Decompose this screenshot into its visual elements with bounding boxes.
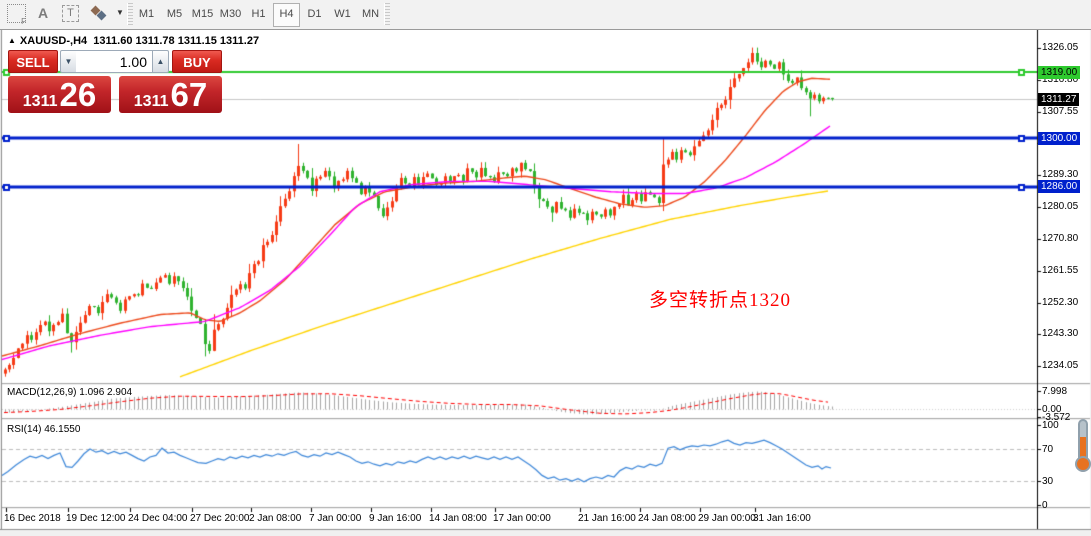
time-tick-label: 14 Jan 08:00 <box>429 513 487 524</box>
sell-price-base: 1311 <box>22 93 58 110</box>
fibonacci-tool-icon[interactable]: F <box>7 4 26 26</box>
time-tick-label: 7 Jan 00:00 <box>309 513 362 524</box>
rsi-tick-label: 30 <box>1042 476 1054 487</box>
volume-input[interactable] <box>76 50 152 73</box>
time-tick-label: 24 Dec 04:00 <box>128 513 188 524</box>
sell-button[interactable]: SELL <box>8 50 58 73</box>
sell-price-pips: 26 <box>59 76 97 113</box>
chart-text-annotation[interactable]: 多空转折点1320 <box>649 285 791 312</box>
price-level-badge: 1300.00 <box>1038 131 1081 145</box>
macd-tick-label: 7.998 <box>1042 386 1068 398</box>
symbol-period: XAUUSD-,H4 <box>19 35 88 47</box>
timeframe-button-mn[interactable]: MN <box>357 3 384 25</box>
price-tick-label: 1234.05 <box>1042 360 1079 372</box>
timeframe-button-m15[interactable]: M15 <box>189 3 216 25</box>
rsi-tick-label: 70 <box>1042 444 1054 455</box>
time-tick-label: 24 Jan 08:00 <box>638 513 696 524</box>
price-tick-label: 1252.30 <box>1042 297 1079 309</box>
time-tick-label: 21 Jan 16:00 <box>578 513 636 524</box>
ohlc-values: 1311.60 1311.78 1311.15 1311.27 <box>93 35 260 47</box>
timeframe-button-m5[interactable]: M5 <box>161 3 188 25</box>
timeframe-button-w1[interactable]: W1 <box>329 3 356 25</box>
volume-increase-button[interactable]: ▲ <box>152 50 169 73</box>
toolbar: F A T ▼ M1 M5 M15 M30 H1 H4 D1 W1 MN <box>0 0 1091 30</box>
price-tick-label: 1289.30 <box>1042 169 1079 181</box>
time-tick-label: 2 Jan 08:00 <box>249 513 302 524</box>
thermometer-icon[interactable] <box>1075 419 1091 473</box>
current-price-badge: 1311.27 <box>1038 92 1080 106</box>
price-tick-label: 1270.80 <box>1042 233 1079 245</box>
rsi-indicator-label: RSI(14) 46.1550 <box>7 424 81 435</box>
volume-decrease-button[interactable]: ▼ <box>60 50 77 73</box>
time-tick-label: 9 Jan 16:00 <box>369 513 422 524</box>
time-tick-label: 31 Jan 16:00 <box>753 513 811 524</box>
collapse-icon[interactable]: ▲ <box>8 36 16 45</box>
price-level-badge: 1319.00 <box>1038 65 1081 79</box>
price-tick-label: 1307.55 <box>1042 106 1079 117</box>
rsi-tick-label: 0 <box>1042 500 1048 511</box>
shapes-dropdown-caret-icon[interactable]: ▼ <box>116 8 124 17</box>
time-tick-label: 17 Jan 00:00 <box>493 513 551 524</box>
toolbar-grip[interactable] <box>384 3 390 25</box>
macd-indicator-label: MACD(12,26,9) 1.096 2.904 <box>7 387 133 398</box>
shapes-tool-icon[interactable] <box>90 5 112 22</box>
price-tick-label: 1243.30 <box>1042 328 1079 340</box>
timeframe-button-m30[interactable]: M30 <box>217 3 244 25</box>
thermometer-bulb <box>1075 456 1091 472</box>
price-level-badge: 1286.00 <box>1038 180 1081 194</box>
price-tick-label: 1261.55 <box>1042 265 1079 277</box>
chart-title: ▲ XAUUSD-,H4 1311.60 1311.78 1311.15 1311… <box>8 35 259 47</box>
timeframe-button-h4[interactable]: H4 <box>273 3 300 27</box>
buy-button[interactable]: BUY <box>172 50 222 73</box>
timeframe-button-m1[interactable]: M1 <box>133 3 160 25</box>
sell-price-button[interactable]: 1311 26 <box>8 76 111 113</box>
timeframe-button-h1[interactable]: H1 <box>245 3 272 25</box>
rsi-tick-label: 100 <box>1042 420 1059 431</box>
price-tick-label: 1280.05 <box>1042 201 1079 213</box>
time-tick-label: 16 Dec 2018 <box>4 513 61 524</box>
diamond-icon <box>96 10 107 21</box>
buy-price-pips: 67 <box>170 76 208 113</box>
time-tick-label: 27 Dec 20:00 <box>190 513 250 524</box>
time-tick-label: 19 Dec 12:00 <box>66 513 126 524</box>
buy-price-button[interactable]: 1311 67 <box>119 76 222 113</box>
mt4-window: F A T ▼ M1 M5 M15 M30 H1 H4 D1 W1 MN ▲ XAUUSD-,H4… <box>0 0 1091 536</box>
label-tool-icon[interactable]: T <box>62 5 79 22</box>
text-tool-icon[interactable]: A <box>38 5 48 21</box>
timeframe-button-d1[interactable]: D1 <box>301 3 328 25</box>
price-tick-label: 1326.05 <box>1042 41 1079 53</box>
buy-price-base: 1311 <box>133 93 169 110</box>
time-tick-label: 29 Jan 00:00 <box>698 513 756 524</box>
